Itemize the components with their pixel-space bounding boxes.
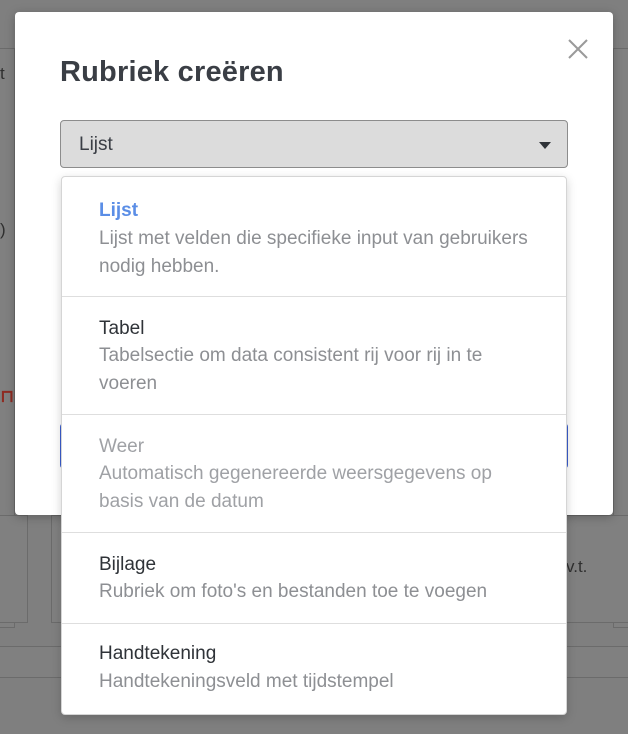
option-title: Tabel [99, 318, 145, 339]
close-icon[interactable] [565, 36, 591, 62]
background-text-fragment: v.t. [566, 557, 588, 576]
option-tabel[interactable]: Tabel Tabelsectie om data consistent rij… [62, 297, 566, 415]
background-text-fragment: ) [0, 220, 6, 239]
section-type-select-value: Lijst [79, 134, 113, 155]
option-lijst[interactable]: Lijst Lijst met velden die specifieke in… [62, 177, 566, 297]
option-description: Automatisch gegenereerde weersgegevens o… [99, 463, 492, 512]
modal-title: Rubriek creëren [60, 56, 284, 88]
section-type-dropdown: Lijst Lijst met velden die specifieke in… [61, 176, 567, 715]
option-title: Handtekening [99, 643, 217, 664]
option-title: Weer [99, 436, 145, 457]
option-description: Tabelsectie om data consistent rij voor … [99, 345, 483, 394]
background-card-left [0, 515, 28, 623]
trash-icon: ⊓ [0, 386, 15, 406]
option-handtekening[interactable]: Handtekening Handtekeningsveld met tijds… [62, 624, 566, 714]
option-description: Handtekeningsveld met tijdstempel [99, 671, 394, 692]
option-title: Bijlage [99, 554, 157, 575]
chevron-down-icon [539, 142, 551, 149]
section-type-select[interactable]: Lijst [60, 120, 568, 168]
option-bijlage[interactable]: Bijlage Rubriek om foto's en bestanden t… [62, 533, 566, 624]
option-title: Lijst [99, 200, 139, 221]
option-description: Rubriek om foto's en bestanden toe te vo… [99, 581, 488, 602]
option-weer: Weer Automatisch gegenereerde weersgegev… [62, 415, 566, 533]
background-text-fragment: t [0, 64, 5, 83]
option-description: Lijst met velden die specifieke input va… [99, 228, 528, 277]
